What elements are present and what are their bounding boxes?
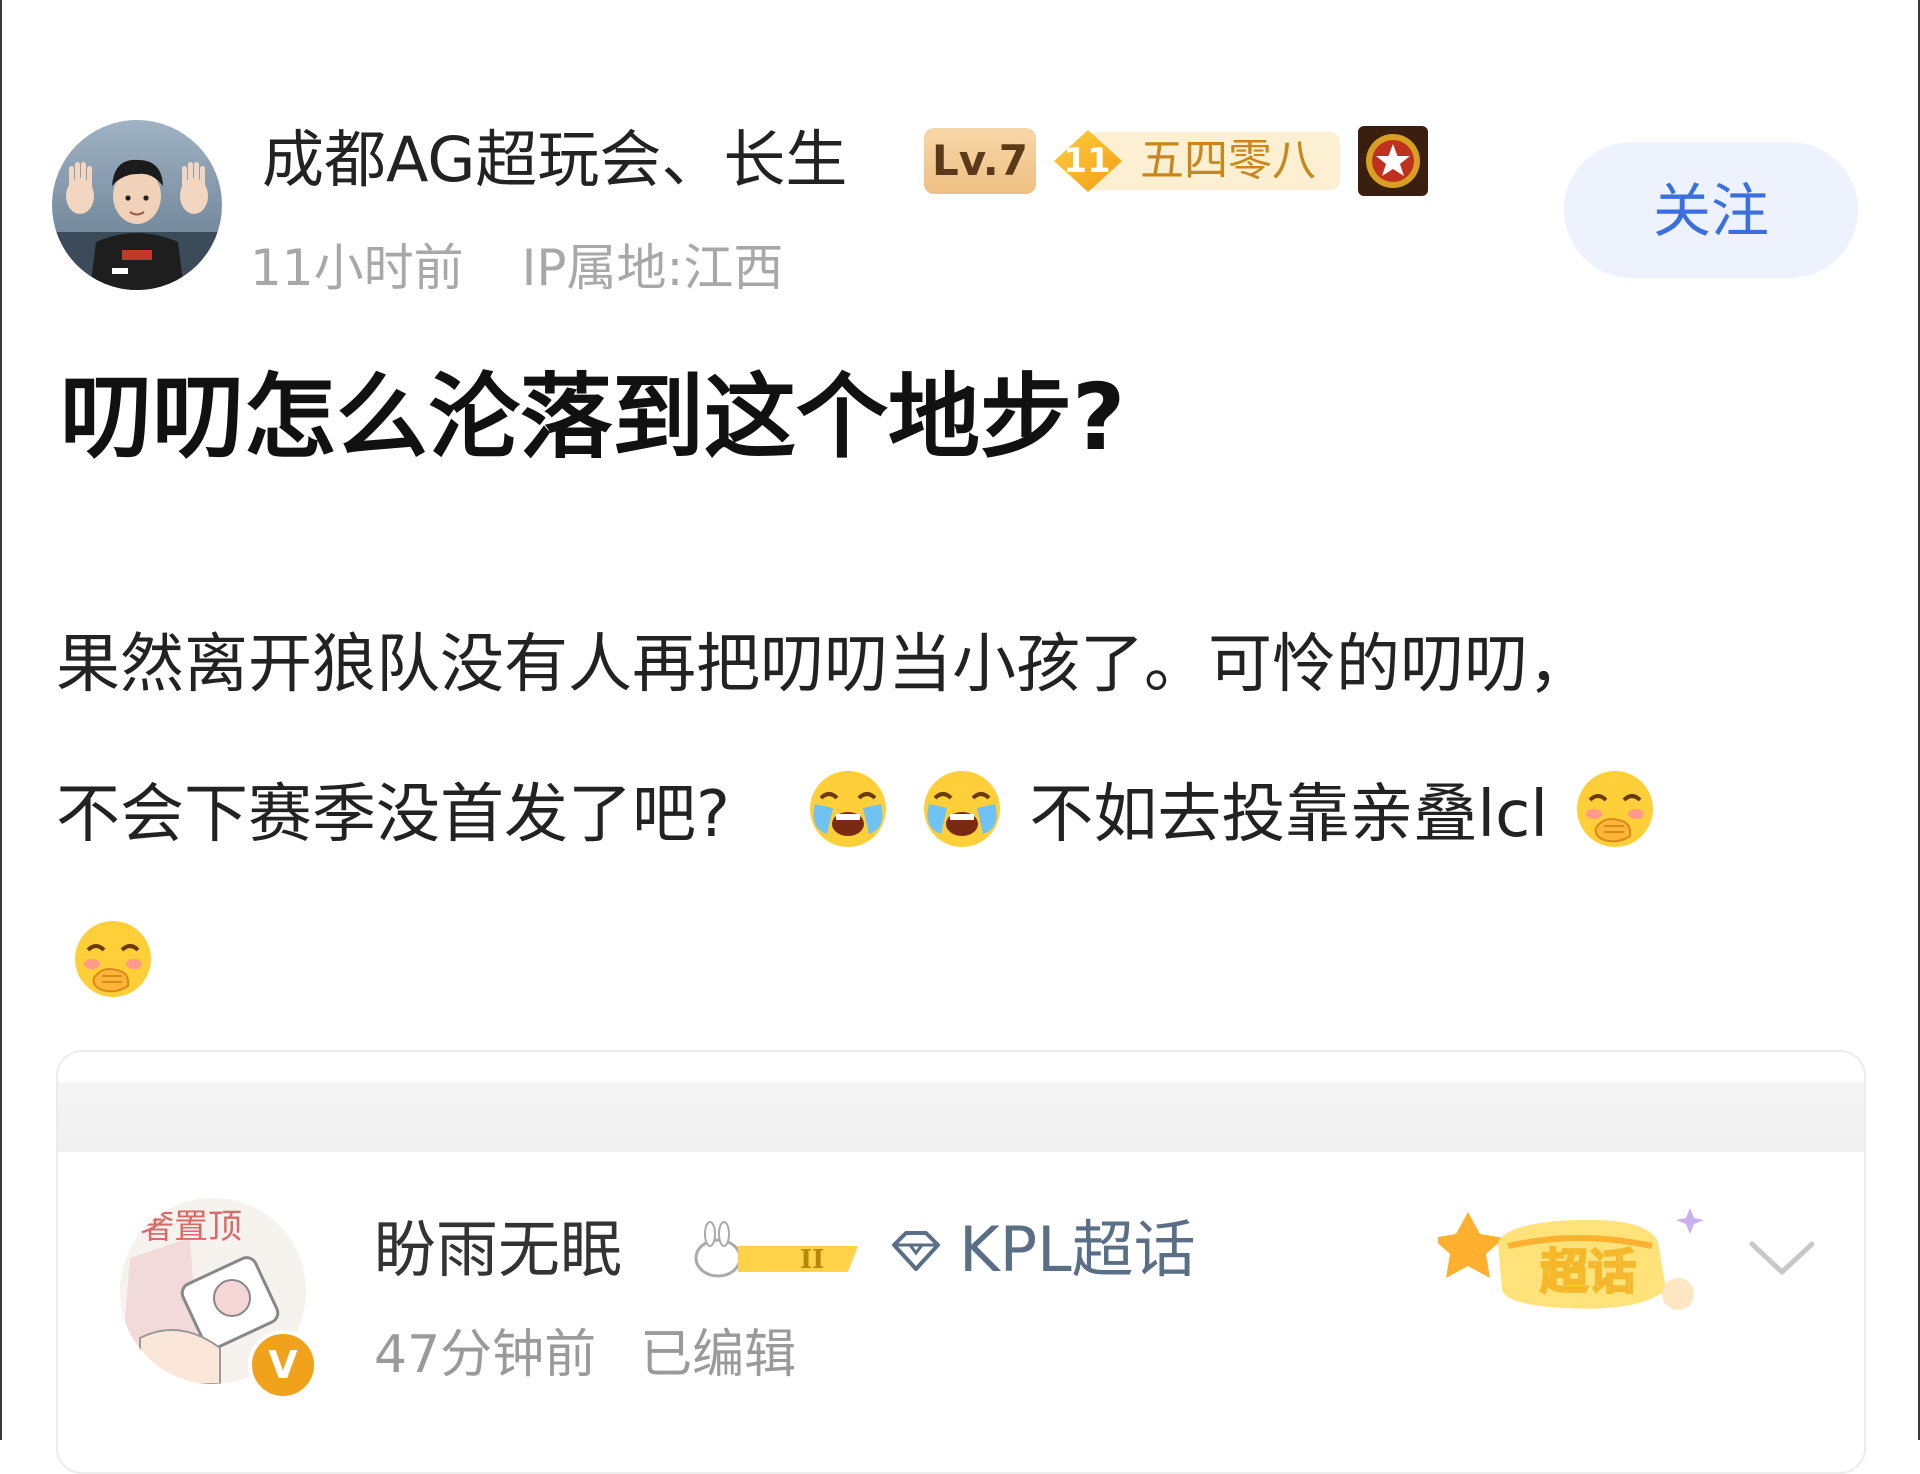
post-body-text: 不如去投靠亲叠lcl — [1029, 778, 1549, 852]
post-meta: 11小时前 IP属地:江西 — [250, 236, 783, 300]
frame-edge-left — [0, 0, 2, 1440]
fan-badge-text: 五四零八 — [1140, 135, 1316, 186]
sticker-text: 超话 — [1540, 1244, 1636, 1300]
quoted-card-strip — [58, 1082, 1864, 1152]
fan-badge[interactable]: 11 五四零八 — [1052, 128, 1342, 194]
quoted-meta: 47分钟前 已编辑 — [374, 1320, 796, 1390]
giggle-emoji-icon — [1577, 771, 1654, 847]
post-time: 11小时前 — [250, 239, 464, 297]
rank-badge-text: II — [800, 1245, 824, 1275]
crying-emoji-icon — [809, 771, 886, 847]
post-body-line: 不会下赛季没首发了吧? 不如去投靠亲叠lcl — [56, 740, 1846, 890]
post-body: 果然离开狼队没有人再把叨叨当小孩了。可怜的叨叨， 不会下赛季没首发了吧? 不如去… — [56, 590, 1846, 1040]
post-body-line — [56, 890, 1846, 1040]
level-badge: Lv.7 — [924, 128, 1036, 194]
ip-location: IP属地:江西 — [521, 239, 784, 297]
giggle-emoji-icon — [75, 921, 151, 997]
author-avatar[interactable] — [52, 120, 222, 290]
post-body-line: 果然离开狼队没有人再把叨叨当小孩了。可怜的叨叨， — [56, 628, 1592, 702]
post-body-text: 不会下赛季没首发了吧? — [56, 778, 730, 852]
verified-badge: V — [248, 1330, 318, 1400]
chevron-down-icon[interactable] — [1742, 1228, 1822, 1288]
quoted-author-name[interactable]: 盼雨无眠 — [374, 1208, 622, 1292]
post-title: 叨叨怎么沦落到这个地步? — [60, 364, 1126, 471]
rank-badge-icon: II — [694, 1221, 858, 1278]
diamond-outline-icon — [892, 1231, 940, 1271]
topic-label: KPL超话 — [959, 1213, 1196, 1286]
fan-badge-number: 11 — [1063, 141, 1111, 181]
topic-link[interactable]: KPL超话 — [888, 1208, 1196, 1292]
quoted-post-card[interactable]: 奢置顶 V 盼雨无眠 II KPL超话 超话 47分钟前 已编辑 — [56, 1050, 1866, 1474]
quoted-time: 47分钟前 — [374, 1325, 597, 1385]
edited-label: 已编辑 — [640, 1325, 797, 1385]
star-medal-icon — [1358, 126, 1428, 196]
svg-text:奢置顶: 奢置顶 — [140, 1207, 242, 1247]
player-avatar-icon — [52, 120, 222, 290]
follow-button[interactable]: 关注 — [1564, 142, 1858, 278]
super-topic-sticker-icon: 超话 — [1438, 1208, 1704, 1310]
author-name[interactable]: 成都AG超玩会、长生 — [262, 120, 847, 200]
crying-emoji-icon — [924, 771, 1000, 847]
